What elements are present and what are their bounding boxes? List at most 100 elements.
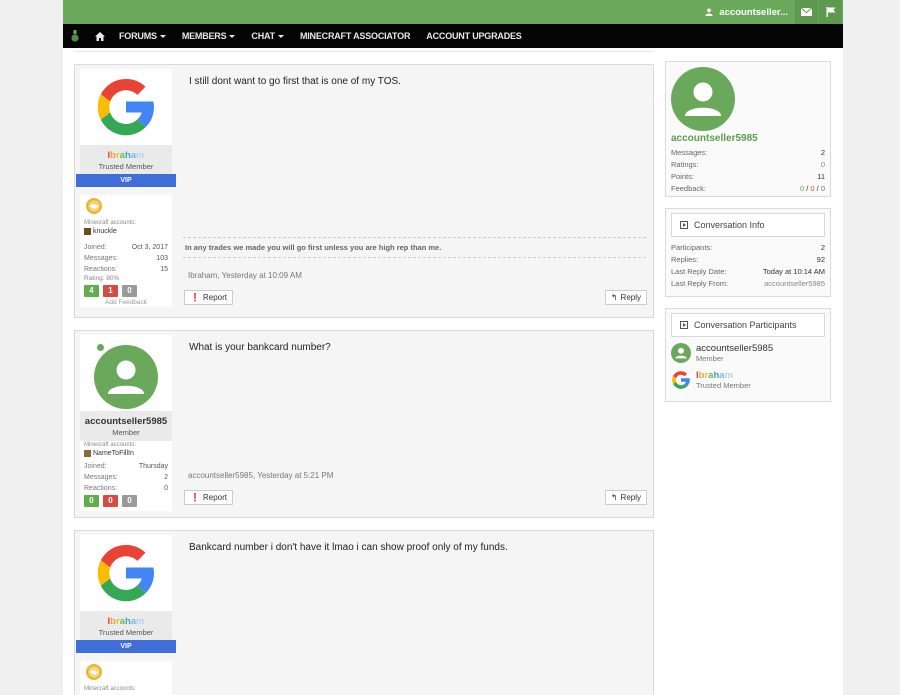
report-button[interactable]: ❗ Report — [184, 490, 233, 505]
reactions-row: Reactions: 0 — [84, 485, 168, 492]
report-button[interactable]: ❗ Report — [184, 290, 233, 305]
messages-row: Messages: 2 — [84, 474, 168, 481]
play-square-icon — [680, 221, 688, 229]
message-meta[interactable]: Ibraham, Yesterday at 10:09 AM — [188, 271, 302, 280]
participant-title: Trusted Member — [696, 381, 751, 390]
author-title: Trusted Member — [98, 628, 154, 637]
chevron-down-icon — [159, 34, 166, 38]
site-logo[interactable] — [71, 30, 83, 42]
avatar[interactable] — [80, 69, 172, 145]
add-feedback-link[interactable]: Add Feedback — [84, 299, 168, 306]
user-extra: Minecraft accounts: knuckle Joined: Oct 3… — [80, 195, 172, 307]
minecraft-label: Minecraft accounts: — [84, 686, 137, 692]
home-icon — [95, 31, 105, 41]
trophy-badge-icon — [86, 664, 102, 680]
feedback-badges: 4 1 0 — [84, 285, 168, 297]
negative-feedback-count[interactable]: 0 — [103, 495, 118, 507]
avatar[interactable] — [80, 335, 172, 411]
joined-row: Joined: Oct 3, 2017 — [84, 244, 168, 251]
vip-banner: VIP — [76, 174, 176, 187]
message-2: accountseller5985 Member Minecraft accou… — [74, 330, 654, 518]
visitor-panel: accountseller5985 Messages: 2 Ratings: 0 P… — [665, 61, 831, 197]
info-last-reply-from: Last Reply From: accountseller5985 — [671, 279, 825, 288]
author-name[interactable]: Ibraham — [80, 616, 172, 627]
messages-row: Messages: 103 — [84, 255, 168, 262]
reply-arrow-icon: ↰ — [610, 493, 618, 502]
participants-header: Conversation Participants — [671, 313, 825, 337]
minecraft-account[interactable]: NameToFillIn — [84, 448, 168, 458]
inbox-button[interactable] — [795, 0, 818, 24]
chevron-down-icon — [277, 34, 284, 38]
account-username: accountseller... — [719, 6, 788, 18]
account-menu[interactable]: accountseller... — [705, 0, 788, 24]
user-plate: accountseller5985 Member — [80, 411, 172, 441]
negative-feedback-count[interactable]: 1 — [103, 285, 118, 297]
flag-icon — [826, 7, 835, 17]
info-last-reply-date: Last Reply Date: Today at 10:14 AM — [671, 267, 825, 276]
neutral-feedback-count[interactable]: 0 — [122, 495, 137, 507]
default-avatar-icon — [94, 345, 158, 409]
user-icon — [705, 8, 713, 16]
alerts-button[interactable] — [819, 0, 842, 24]
conversation-info-panel: Conversation Info Participants: 2 Replies… — [665, 208, 831, 297]
avatar[interactable] — [80, 535, 172, 611]
nav-home[interactable] — [95, 31, 105, 41]
user-extra: Minecraft accounts: NameToFillIn Joined:… — [80, 441, 172, 511]
info-participants: Participants: 2 — [671, 243, 825, 252]
chevron-down-icon — [229, 34, 236, 38]
potion-icon — [71, 30, 79, 42]
author-name[interactable]: Ibraham — [80, 150, 172, 161]
participant-item[interactable]: accountseller5985 Member — [666, 341, 830, 365]
default-avatar-icon — [671, 343, 691, 363]
joined-row: Joined: Thursday — [84, 463, 168, 470]
nav-members[interactable]: MEMBERS — [182, 31, 236, 41]
message-meta[interactable]: accountseller5985, Yesterday at 5:21 PM — [188, 471, 333, 480]
play-square-icon — [680, 321, 688, 329]
message-text: Bankcard number i don't have it lmao i c… — [189, 542, 508, 553]
main-nav: FORUMS MEMBERS CHAT MINECRAFT ASSOCIATOR… — [63, 24, 843, 48]
minecraft-head-icon — [84, 449, 91, 457]
stat-ratings: Ratings: 0 — [671, 160, 825, 169]
top-bar: accountseller... — [63, 0, 843, 24]
positive-feedback-count[interactable]: 4 — [84, 285, 99, 297]
participant-title: Member — [696, 354, 724, 363]
positive-feedback-count[interactable]: 0 — [84, 495, 99, 507]
conversation-participants-panel: Conversation Participants accountseller5… — [665, 308, 831, 402]
user-plate: Ibraham Trusted Member — [80, 611, 172, 641]
message-3: Ibraham Trusted Member VIP Minecraft acc… — [74, 530, 654, 695]
visitor-stats: Messages: 2 Ratings: 0 Points: 11 Feedback:… — [666, 147, 830, 195]
minecraft-account[interactable]: knuckle — [84, 226, 168, 236]
divider — [74, 51, 654, 52]
message-text: What is your bankcard number? — [189, 342, 331, 353]
nav-account-upgrades[interactable]: ACCOUNT UPGRADES — [426, 31, 522, 41]
author-title: Trusted Member — [98, 162, 154, 171]
conversation-info-header: Conversation Info — [671, 213, 825, 237]
signature: In any trades we made you will go first … — [183, 237, 646, 258]
reply-arrow-icon: ↰ — [610, 293, 618, 302]
stat-messages: Messages: 2 — [671, 148, 825, 157]
reply-button[interactable]: ↰ Reply — [604, 490, 647, 505]
nav-chat[interactable]: CHAT — [251, 31, 284, 41]
participant-item[interactable]: Ibraham Trusted Member — [666, 368, 830, 392]
reply-button[interactable]: ↰ Reply — [604, 290, 647, 305]
info-replies: Replies: 92 — [671, 255, 825, 264]
stat-points: Points: 11 — [671, 172, 825, 181]
minecraft-head-icon — [84, 227, 91, 235]
google-logo-icon — [97, 78, 154, 136]
participant-name[interactable]: accountseller5985 — [696, 343, 773, 354]
message-text: I still dont want to go first that is on… — [189, 76, 401, 87]
default-avatar-icon[interactable] — [671, 67, 735, 131]
participant-name[interactable]: Ibraham — [696, 370, 751, 381]
user-extra: Minecraft accounts: — [80, 661, 172, 695]
reactions-row: Reactions: 15 — [84, 266, 168, 273]
feedback-badges: 0 0 0 — [84, 495, 168, 507]
visitor-name[interactable]: accountseller5985 — [671, 133, 758, 144]
author-name[interactable]: accountseller5985 — [80, 416, 172, 427]
nav-forums[interactable]: FORUMS — [119, 31, 166, 41]
rating-label: Rating: 80% — [84, 275, 120, 282]
vip-banner: VIP — [76, 640, 176, 653]
google-logo-icon — [97, 544, 154, 602]
alert-icon: ❗ — [190, 293, 200, 302]
neutral-feedback-count[interactable]: 0 — [122, 285, 137, 297]
nav-minecraft-associator[interactable]: MINECRAFT ASSOCIATOR — [300, 31, 411, 41]
